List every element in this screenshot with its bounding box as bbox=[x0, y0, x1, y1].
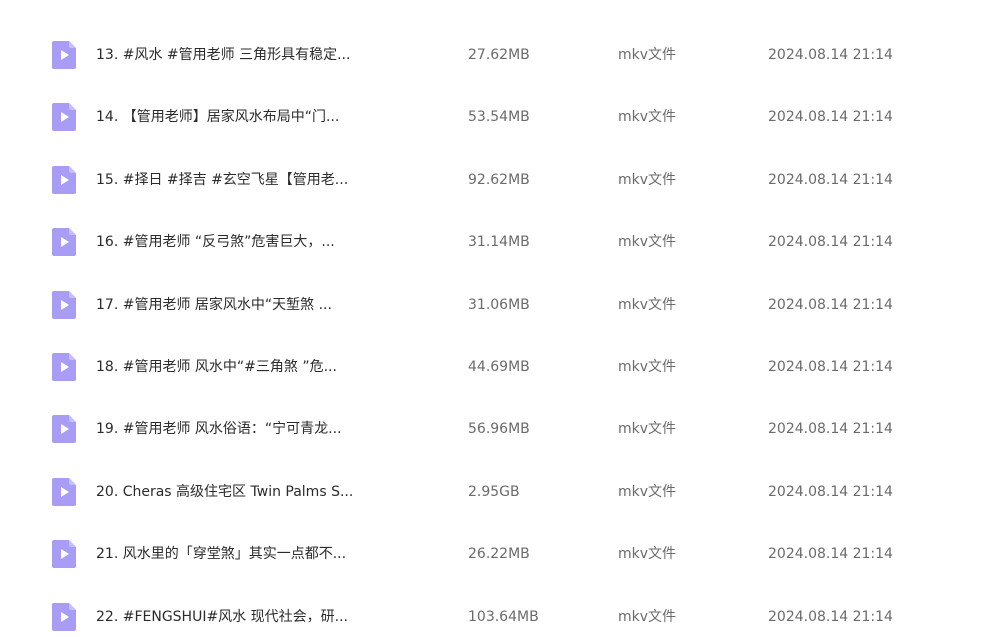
file-type: mkv文件 bbox=[618, 359, 677, 375]
file-row[interactable]: 20. Cheras 高级住宅区 Twin Palms S... 2.95GB mk… bbox=[0, 462, 1008, 524]
file-type: mkv文件 bbox=[618, 608, 677, 625]
file-size: 44.69MB bbox=[468, 359, 530, 375]
file-size: 27.62MB bbox=[468, 47, 530, 63]
file-size: 53.54MB bbox=[468, 109, 530, 126]
file-size: 92.62MB bbox=[468, 171, 530, 188]
file-row[interactable]: 19. #管用老师 风水俗语：“宁可青龙... 56.96MB mkv文件 2024.… bbox=[0, 399, 1008, 461]
file-size: 31.06MB bbox=[468, 296, 530, 313]
file-name[interactable]: 19. #管用老师 风水俗语：“宁可青龙... bbox=[96, 419, 362, 439]
file-modified-date: 2024.08.14 21:14 bbox=[768, 234, 893, 251]
file-name[interactable]: 15. #择日 #择吉 #玄空飞星【管用老... bbox=[96, 170, 362, 190]
file-size: 2.95GB bbox=[468, 483, 520, 500]
file-modified-date: 2024.08.14 21:14 bbox=[768, 47, 893, 63]
file-modified-date: 2024.08.14 21:14 bbox=[768, 359, 893, 375]
file-name[interactable]: 18. #管用老师 风水中“#三角煞 ”危... bbox=[96, 357, 362, 377]
file-size: 31.14MB bbox=[468, 234, 530, 251]
video-file-icon[interactable] bbox=[52, 290, 76, 319]
file-modified-date: 2024.08.14 21:14 bbox=[768, 296, 893, 313]
file-type: mkv文件 bbox=[618, 296, 677, 313]
file-modified-date: 2024.08.14 21:14 bbox=[768, 421, 893, 438]
file-name[interactable]: 21. 风水里的「穿堂煞」其实一点都不... bbox=[96, 544, 362, 564]
file-modified-date: 2024.08.14 21:14 bbox=[768, 546, 893, 563]
video-file-icon[interactable] bbox=[52, 228, 76, 257]
video-file-icon[interactable] bbox=[52, 415, 76, 444]
file-type: mkv文件 bbox=[618, 47, 677, 63]
video-file-icon[interactable] bbox=[52, 165, 76, 194]
file-name[interactable]: 20. Cheras 高级住宅区 Twin Palms S... bbox=[96, 482, 362, 502]
file-row[interactable]: 14. 【管用老师】居家风水布局中“门... 53.54MB mkv文件 2024.0… bbox=[0, 87, 1008, 149]
file-name[interactable]: 22. #FENGSHUI#风水 现代社会，研... bbox=[96, 607, 362, 627]
file-modified-date: 2024.08.14 21:14 bbox=[768, 483, 893, 500]
file-name[interactable]: 13. #风水 #管用老师 三角形具有稳定... bbox=[96, 45, 362, 65]
file-type: mkv文件 bbox=[618, 109, 677, 126]
file-type: mkv文件 bbox=[618, 546, 677, 563]
file-modified-date: 2024.08.14 21:14 bbox=[768, 171, 893, 188]
file-row[interactable]: 13. #风水 #管用老师 三角形具有稳定... 27.62MB mkv文件 2024… bbox=[0, 25, 1008, 87]
video-file-icon[interactable] bbox=[52, 602, 76, 631]
file-row[interactable]: 15. #择日 #择吉 #玄空飞星【管用老... 92.62MB mkv文件 2024… bbox=[0, 150, 1008, 212]
video-file-icon[interactable] bbox=[52, 540, 76, 569]
file-size: 26.22MB bbox=[468, 546, 530, 563]
file-row[interactable]: 21. 风水里的「穿堂煞」其实一点都不... 26.22MB mkv文件 2024.0… bbox=[0, 524, 1008, 586]
video-file-icon[interactable] bbox=[52, 353, 76, 381]
file-size: 103.64MB bbox=[468, 608, 539, 625]
file-name[interactable]: 14. 【管用老师】居家风水布局中“门... bbox=[96, 107, 362, 127]
file-size: 56.96MB bbox=[468, 421, 530, 438]
file-row[interactable]: 22. #FENGSHUI#风水 现代社会，研... 103.64MB mkv文件 2… bbox=[0, 587, 1008, 637]
video-file-icon[interactable] bbox=[52, 41, 76, 69]
file-row[interactable]: 18. #管用老师 风水中“#三角煞 ”危... 44.69MB mkv文件 2024… bbox=[0, 337, 1008, 399]
video-file-icon[interactable] bbox=[52, 477, 76, 506]
file-modified-date: 2024.08.14 21:14 bbox=[768, 109, 893, 126]
video-file-icon[interactable] bbox=[52, 103, 76, 132]
file-modified-date: 2024.08.14 21:14 bbox=[768, 608, 893, 625]
file-type: mkv文件 bbox=[618, 483, 677, 500]
file-row[interactable]: 17. #管用老师 居家风水中“天堑煞 ... 31.06MB mkv文件 2024.… bbox=[0, 275, 1008, 337]
file-type: mkv文件 bbox=[618, 421, 677, 438]
file-type: mkv文件 bbox=[618, 234, 677, 251]
file-name[interactable]: 16. #管用老师 “反弓煞”危害巨大，... bbox=[96, 232, 362, 252]
file-list: 13. #风水 #管用老师 三角形具有稳定... 27.62MB mkv文件 2024… bbox=[0, 0, 1008, 637]
file-row[interactable]: 16. #管用老师 “反弓煞”危害巨大，... 31.14MB mkv文件 2024.… bbox=[0, 212, 1008, 274]
file-type: mkv文件 bbox=[618, 171, 677, 188]
file-name[interactable]: 17. #管用老师 居家风水中“天堑煞 ... bbox=[96, 295, 362, 315]
